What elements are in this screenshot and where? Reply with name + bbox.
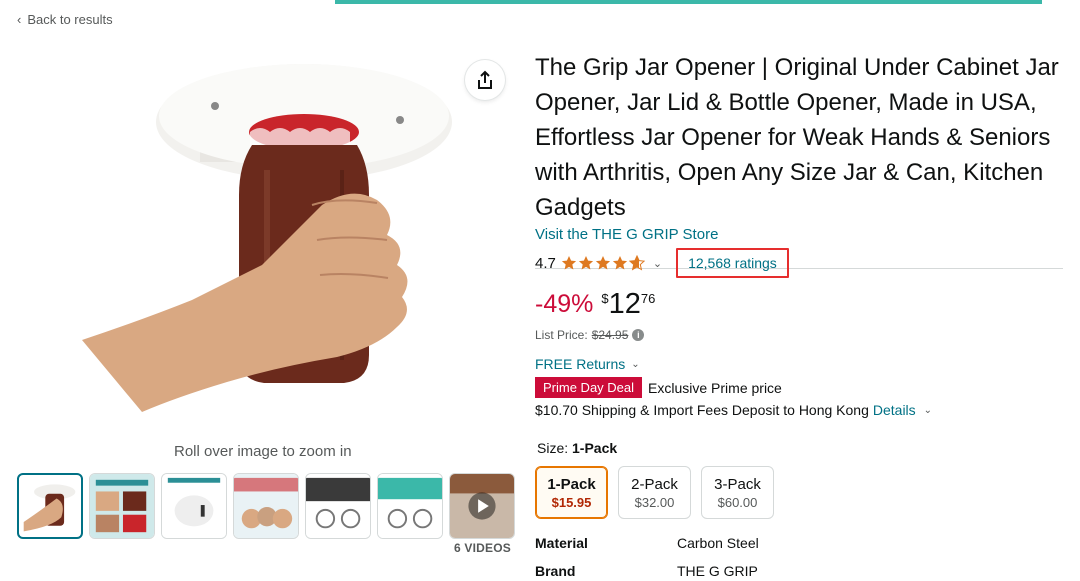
chevron-down-icon[interactable]: ⌄ [924, 405, 932, 416]
size-option-price: $15.95 [551, 494, 592, 510]
size-option-price: $60.00 [717, 494, 758, 510]
thumbnail-made-in-the-usa[interactable] [233, 473, 299, 539]
star-full-icon [612, 256, 627, 270]
thumbnail-image [234, 474, 298, 538]
thumbnail-image [162, 474, 226, 538]
shipping-text: $10.70 Shipping & Import Fees Deposit to… [535, 402, 869, 418]
info-icon[interactable]: i [632, 329, 645, 341]
thumbnail-image [378, 474, 442, 538]
thumbnail-jar-opener-installed[interactable] [161, 473, 227, 539]
size-option-2-pack[interactable]: 2-Pack $32.00 [618, 466, 691, 519]
star-full-icon [561, 256, 576, 270]
thumbnail-how-to-use[interactable] [305, 473, 371, 539]
star-full-icon [578, 256, 593, 270]
price-block: -49% $ 12 76 [535, 288, 655, 320]
free-returns-label: FREE Returns [535, 356, 626, 372]
thumbnail-image [23, 484, 76, 532]
thumbnail-how-to-install[interactable] [377, 473, 443, 539]
attribute-label-material: Material [535, 535, 588, 551]
back-to-results-link[interactable]: ‹ Back to results [17, 12, 113, 27]
size-label: Size: 1-Pack [537, 440, 617, 456]
thumbnail-jar-opener-main[interactable] [17, 473, 83, 539]
thumbnail-effortlessly-open-jars[interactable] [89, 473, 155, 539]
size-option-price: $32.00 [634, 494, 675, 510]
jar-opener-photo [82, 64, 452, 412]
ratings-count-link[interactable]: 12,568 ratings [676, 248, 789, 278]
prime-day-deal-badge: Prime Day Deal [535, 377, 643, 398]
deal-text: Exclusive Prime price [648, 379, 782, 396]
deal-row: Prime Day Deal Exclusive Prime price [535, 377, 782, 398]
share-button[interactable] [465, 60, 505, 100]
size-option-1-pack[interactable]: 1-Pack $15.95 [535, 466, 608, 519]
chevron-down-icon: ⌄ [631, 358, 640, 370]
chevron-left-icon: ‹ [17, 12, 22, 27]
price-fraction: 76 [640, 291, 656, 306]
attribute-label-brand: Brand [535, 563, 576, 579]
back-to-results-label: Back to results [27, 12, 113, 27]
thumbnail-image [306, 474, 370, 538]
price-currency: $ [601, 291, 609, 306]
store-link[interactable]: Visit the THE G GRIP Store [535, 226, 718, 243]
share-icon [478, 70, 492, 89]
thumbnail-image [90, 474, 154, 538]
list-price-label: List Price: [535, 328, 588, 342]
thumbnail-video[interactable] [449, 473, 515, 539]
size-options: 1-Pack $15.95 2-Pack $32.00 3-Pack $60.0… [535, 466, 774, 519]
star-full-icon [595, 256, 610, 270]
discount-percent: -49% [535, 290, 594, 318]
size-selected: 1-Pack [572, 440, 618, 456]
star-half-icon [628, 255, 645, 271]
list-price: List Price: $24.95 i [535, 328, 645, 342]
attribute-value-material: Carbon Steel [677, 535, 759, 551]
product-title: The Grip Jar Opener | Original Under Cab… [535, 54, 1059, 221]
free-returns-link[interactable]: FREE Returns ⌄ [535, 356, 640, 372]
videos-count-label[interactable]: 6 VIDEOS [454, 541, 511, 555]
price-whole: 12 [608, 288, 641, 320]
rating-row: 4.7 ⌄ 12,568 ratings [535, 248, 789, 278]
top-banner-strip [335, 0, 1042, 4]
attribute-value-brand: THE G GRIP [677, 563, 758, 579]
thumbnail-image [450, 474, 514, 538]
size-option-name: 1-Pack [547, 475, 596, 493]
star-rating[interactable] [561, 255, 645, 271]
size-option-name: 2-Pack [631, 475, 678, 493]
rating-value: 4.7 [535, 254, 556, 272]
thumbnail-strip [17, 473, 515, 539]
chevron-down-icon[interactable]: ⌄ [653, 257, 662, 270]
zoom-hint: Roll over image to zoom in [174, 443, 352, 460]
size-option-name: 3-Pack [714, 475, 761, 493]
shipping-details-link[interactable]: Details [873, 402, 916, 418]
shipping-info: $10.70 Shipping & Import Fees Deposit to… [535, 402, 932, 418]
main-product-image[interactable] [82, 40, 500, 432]
list-price-value: $24.95 [591, 328, 629, 342]
size-option-3-pack[interactable]: 3-Pack $60.00 [701, 466, 774, 519]
size-label-text: Size: [537, 440, 569, 456]
